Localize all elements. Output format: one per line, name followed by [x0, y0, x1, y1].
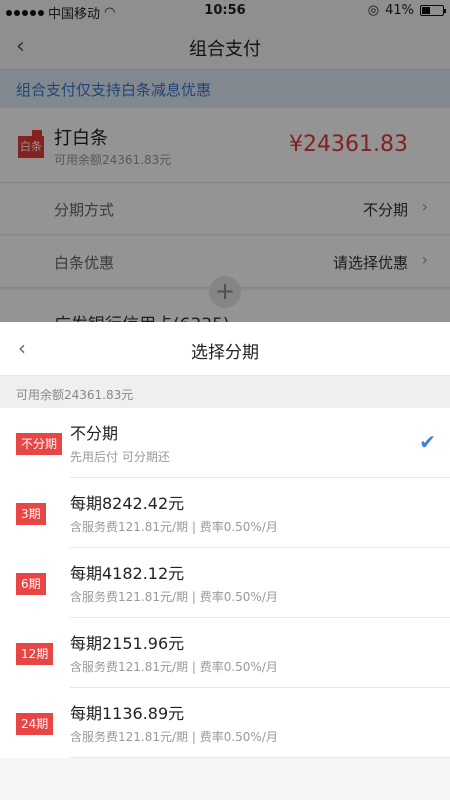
installment-desc: 含服务费121.81元/期 | 费率0.50%/月: [70, 590, 278, 604]
installment-option-24[interactable]: 24期 每期1136.89元 含服务费121.81元/期 | 费率0.50%/月: [0, 688, 450, 758]
installment-desc: 含服务费121.81元/期 | 费率0.50%/月: [70, 660, 278, 674]
installment-name: 每期8242.42元: [70, 494, 185, 513]
installment-option-6[interactable]: 6期 每期4182.12元 含服务费121.81元/期 | 费率0.50%/月: [0, 548, 450, 618]
installment-name: 每期4182.12元: [70, 564, 185, 583]
installment-desc: 含服务费121.81元/期 | 费率0.50%/月: [70, 730, 278, 744]
installment-name: 每期1136.89元: [70, 704, 185, 723]
installment-tag: 6期: [16, 573, 46, 595]
installment-desc: 先用后付 可分期还: [70, 450, 170, 464]
sheet-title: 选择分期: [191, 343, 259, 363]
installment-tag: 不分期: [16, 433, 63, 455]
installment-tag: 24期: [16, 713, 54, 735]
sheet-header: ‹ 选择分期: [0, 322, 450, 376]
checkmark-icon: ✔: [419, 430, 436, 454]
sheet-available-balance: 可用余额24361.83元: [0, 376, 450, 408]
installment-sheet: ‹ 选择分期 可用余额24361.83元 不分期 不分期 先用后付 可分期还 ✔…: [0, 322, 450, 800]
installment-desc: 含服务费121.81元/期 | 费率0.50%/月: [70, 520, 278, 534]
installment-option-3[interactable]: 3期 每期8242.42元 含服务费121.81元/期 | 费率0.50%/月: [0, 478, 450, 548]
installment-option-none[interactable]: 不分期 不分期 先用后付 可分期还 ✔: [0, 408, 450, 478]
installment-option-12[interactable]: 12期 每期2151.96元 含服务费121.81元/期 | 费率0.50%/月: [0, 618, 450, 688]
installment-name: 不分期: [70, 424, 119, 443]
divider: [70, 757, 450, 758]
installment-tag: 12期: [16, 643, 54, 665]
installment-tag: 3期: [16, 503, 46, 525]
installment-name: 每期2151.96元: [70, 634, 185, 653]
